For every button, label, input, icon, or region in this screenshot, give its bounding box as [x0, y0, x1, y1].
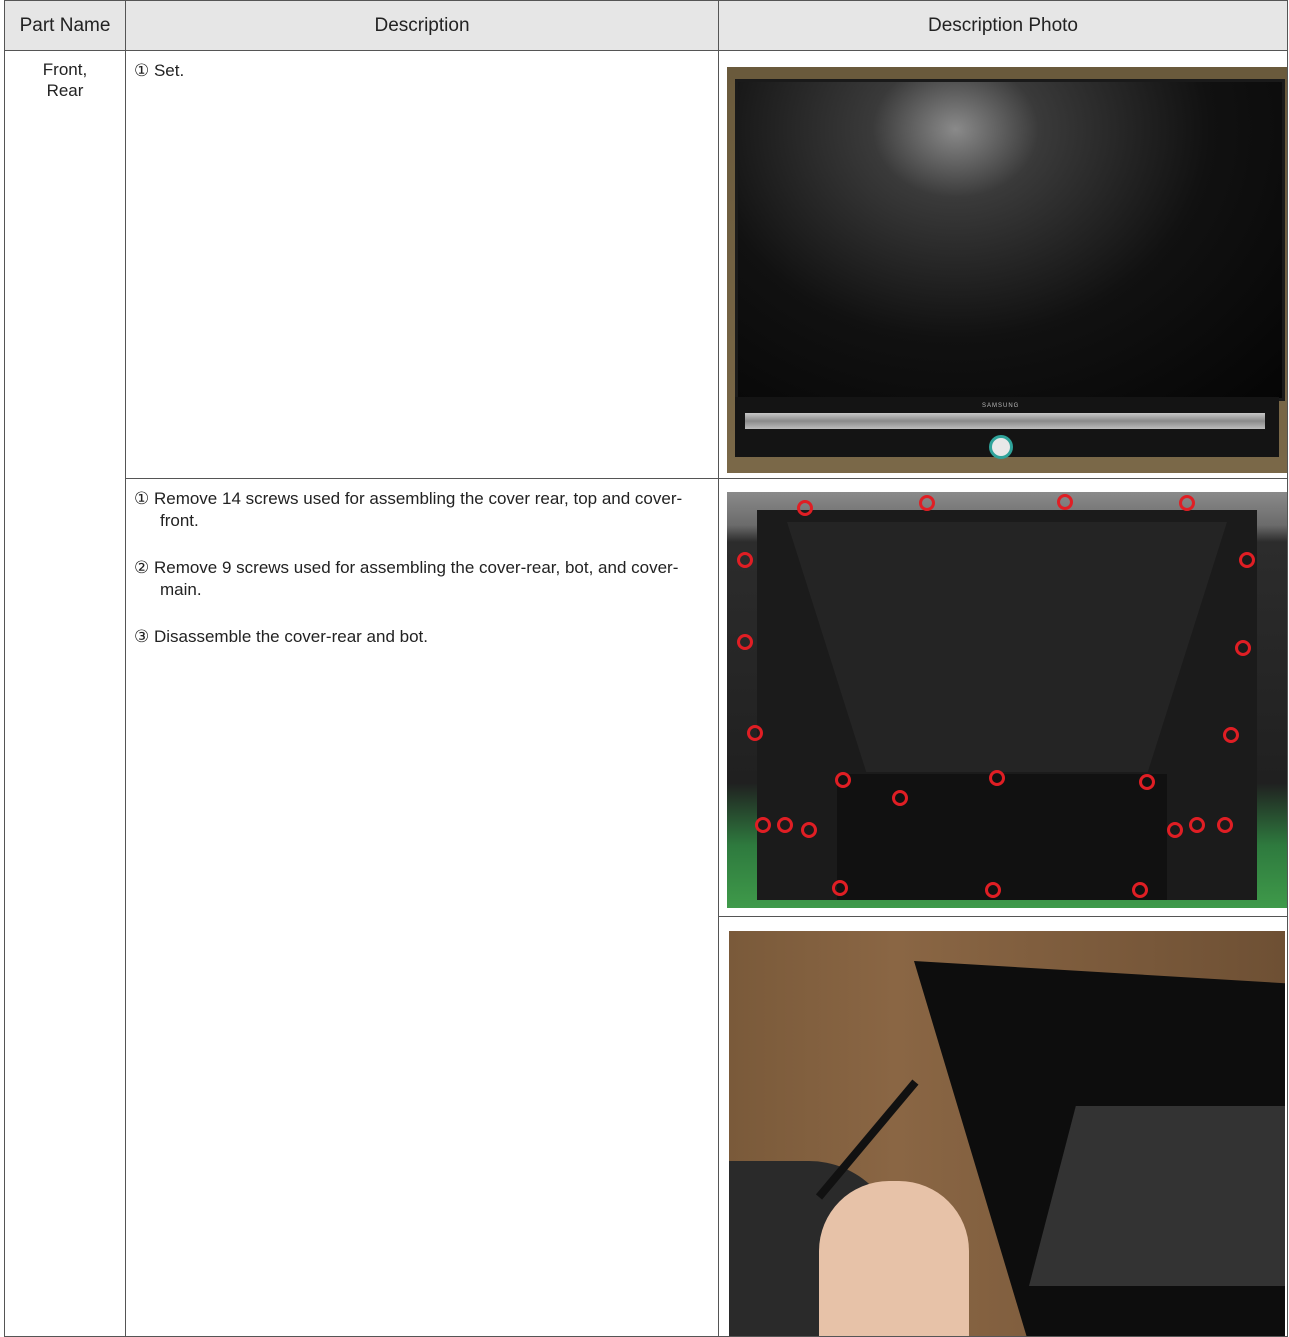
screw-marker-icon: [1167, 822, 1183, 838]
header-row: Part Name Description Description Photo: [4, 0, 1288, 51]
photo-cell-rear: [718, 478, 1288, 1337]
disassembly-table: Part Name Description Description Photo …: [4, 0, 1288, 1337]
tv-rear-photo: [727, 492, 1287, 908]
part-name-cell: Front, Rear: [4, 50, 126, 1337]
header-description: Description: [125, 0, 719, 51]
screw-marker-icon: [1179, 495, 1195, 511]
screw-marker-icon: [1235, 640, 1251, 656]
screw-marker-icon: [747, 725, 763, 741]
photo-divider: [719, 908, 1287, 917]
rear-io-panel: [837, 774, 1167, 900]
screw-marker-icon: [1057, 494, 1073, 510]
screw-marker-icon: [1189, 817, 1205, 833]
screw-removal-photo: [729, 931, 1285, 1336]
screw-marker-icon: [1139, 774, 1155, 790]
tv-silver-bar: [745, 413, 1265, 429]
step-remove-9-screws: ② Remove 9 screws used for assembling th…: [134, 558, 679, 599]
tv-screen: [735, 79, 1285, 401]
screw-marker-icon: [777, 817, 793, 833]
power-button-icon: [989, 435, 1013, 459]
screw-marker-icon: [801, 822, 817, 838]
tv-logo: SAMSUNG: [982, 403, 1020, 409]
screw-marker-icon: [737, 552, 753, 568]
description-cell-set: ① Set.: [125, 50, 719, 479]
step-set: ① Set.: [134, 61, 185, 80]
row-disassemble: ① Remove 14 screws used for assembling t…: [5, 478, 1288, 1337]
screw-marker-icon: [1217, 817, 1233, 833]
document-page: Part Name Description Description Photo …: [0, 0, 1289, 1337]
screw-marker-icon: [737, 634, 753, 650]
part-name-line2: Rear: [46, 81, 84, 100]
screw-marker-icon: [1239, 552, 1255, 568]
row-set: Front, Rear ① Set. SAMSUNG: [4, 50, 1288, 1337]
hand-image: [819, 1181, 969, 1336]
screw-marker-icon: [989, 770, 1005, 786]
photo-cell-front: SAMSUNG: [718, 50, 1288, 479]
screw-marker-icon: [1223, 727, 1239, 743]
step-disassemble-cover: ③ Disassemble the cover-rear and bot.: [134, 627, 428, 646]
screw-marker-icon: [755, 817, 771, 833]
screw-marker-icon: [919, 495, 935, 511]
part-name-line1: Front,: [42, 60, 88, 79]
screw-marker-icon: [832, 880, 848, 896]
tv-front-photo: SAMSUNG: [727, 67, 1287, 473]
description-cell-disassemble: ① Remove 14 screws used for assembling t…: [125, 478, 719, 1337]
header-part-name: Part Name: [4, 0, 126, 51]
screw-marker-icon: [892, 790, 908, 806]
screw-marker-icon: [797, 500, 813, 516]
screw-marker-icon: [985, 882, 1001, 898]
step-remove-14-screws: ① Remove 14 screws used for assembling t…: [134, 489, 683, 530]
header-description-photo: Description Photo: [718, 0, 1288, 51]
screw-marker-icon: [835, 772, 851, 788]
screw-marker-icon: [1132, 882, 1148, 898]
